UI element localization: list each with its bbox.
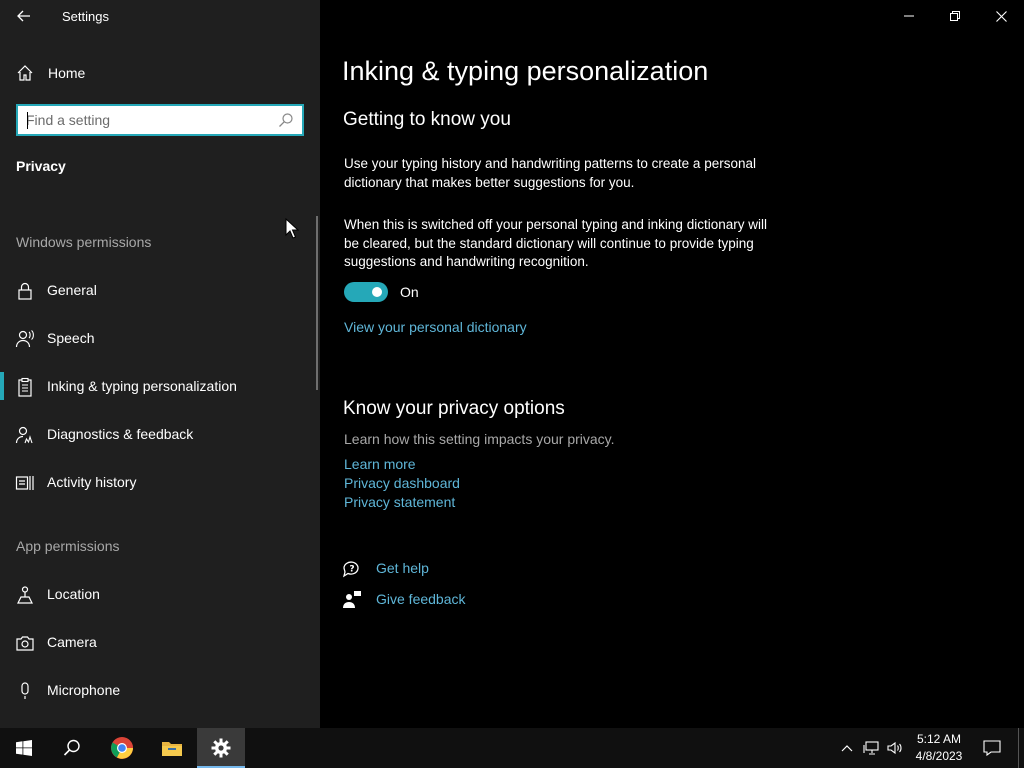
help-chat-icon: ? bbox=[342, 561, 359, 578]
sidebar-item-label: Microphone bbox=[47, 682, 121, 698]
search-icon bbox=[63, 739, 80, 756]
diagnostics-icon bbox=[15, 426, 33, 444]
search-icon[interactable] bbox=[278, 112, 294, 128]
sidebar-item-label: Activity history bbox=[47, 474, 137, 490]
sidebar-item-label: Speech bbox=[47, 330, 95, 346]
title-bar: Settings bbox=[0, 0, 320, 32]
section-heading-privacy-options: Know your privacy options bbox=[343, 398, 565, 419]
close-button[interactable] bbox=[978, 0, 1024, 32]
sidebar-item-microphone[interactable]: Microphone bbox=[0, 670, 316, 710]
give-feedback-row[interactable]: Give feedback bbox=[342, 589, 542, 611]
sidebar-item-diagnostics[interactable]: Diagnostics & feedback bbox=[0, 414, 316, 454]
sidebar-item-label: Camera bbox=[47, 634, 97, 650]
learn-more-link[interactable]: Learn more bbox=[344, 456, 416, 472]
close-icon bbox=[995, 10, 1007, 22]
app-title: Settings bbox=[62, 9, 109, 24]
back-arrow-icon bbox=[17, 10, 30, 22]
sidebar-item-label: Inking & typing personalization bbox=[47, 378, 237, 394]
privacy-statement-link[interactable]: Privacy statement bbox=[344, 494, 455, 510]
sidebar-item-general[interactable]: General bbox=[0, 270, 316, 310]
speech-icon bbox=[15, 330, 34, 348]
minimize-button[interactable] bbox=[886, 0, 932, 32]
chrome-icon bbox=[111, 737, 134, 759]
taskbar-clock[interactable]: 5:12 AM 4/8/2023 bbox=[904, 731, 974, 765]
text-caret bbox=[27, 112, 28, 129]
svg-text:?: ? bbox=[349, 565, 354, 575]
lock-icon bbox=[18, 282, 32, 300]
main-content: Inking & typing personalization Getting … bbox=[320, 0, 1024, 728]
network-tray-button[interactable] bbox=[860, 728, 882, 768]
home-nav-item[interactable]: Home bbox=[0, 56, 320, 90]
section-heading-getting-to-know-you: Getting to know you bbox=[343, 109, 511, 130]
page-title: Inking & typing personalization bbox=[342, 56, 709, 86]
folder-icon bbox=[162, 742, 182, 756]
sidebar-item-location[interactable]: Location bbox=[0, 574, 316, 614]
toggle-knob bbox=[372, 287, 382, 297]
show-desktop-button[interactable] bbox=[1018, 728, 1024, 768]
section-title-privacy: Privacy bbox=[16, 158, 66, 174]
sidebar: Settings Home Privacy Windows permission… bbox=[0, 0, 320, 728]
clock-date: 4/8/2023 bbox=[915, 749, 963, 763]
home-icon bbox=[17, 65, 33, 81]
camera-icon bbox=[16, 636, 34, 651]
taskbar: 5:12 AM 4/8/2023 bbox=[0, 728, 1024, 768]
window-controls bbox=[886, 0, 1024, 32]
show-hidden-icons-button[interactable] bbox=[836, 728, 858, 768]
clipboard-icon bbox=[18, 377, 32, 397]
sidebar-item-label: Diagnostics & feedback bbox=[47, 426, 194, 442]
home-label: Home bbox=[48, 65, 86, 81]
view-personal-dictionary-link[interactable]: View your personal dictionary bbox=[344, 319, 527, 335]
privacy-dashboard-link[interactable]: Privacy dashboard bbox=[344, 475, 460, 491]
microphone-icon bbox=[21, 682, 29, 699]
windows-permissions-header: Windows permissions bbox=[16, 234, 152, 250]
get-help-link[interactable]: Get help bbox=[376, 560, 429, 576]
speaker-icon bbox=[887, 741, 902, 755]
file-explorer-taskbar-button[interactable] bbox=[148, 728, 196, 768]
clock-time: 5:12 AM bbox=[916, 732, 962, 746]
network-icon bbox=[863, 741, 879, 755]
sidebar-item-label: Location bbox=[47, 586, 100, 602]
search-taskbar-button[interactable] bbox=[48, 728, 96, 768]
windows-logo-icon bbox=[16, 740, 32, 756]
privacy-subtitle: Learn how this setting impacts your priv… bbox=[344, 431, 615, 447]
restore-button[interactable] bbox=[932, 0, 978, 32]
sidebar-item-inking-typing[interactable]: Inking & typing personalization bbox=[0, 366, 316, 406]
start-button[interactable] bbox=[0, 728, 48, 768]
sidebar-item-label: General bbox=[47, 282, 97, 298]
app-permissions-header: App permissions bbox=[16, 538, 120, 554]
chevron-up-icon bbox=[841, 745, 853, 752]
gear-icon bbox=[211, 738, 231, 758]
description-text: Use your typing history and handwriting … bbox=[344, 156, 756, 190]
feedback-icon bbox=[343, 591, 361, 608]
notification-icon bbox=[983, 740, 1001, 756]
chrome-taskbar-button[interactable] bbox=[98, 728, 146, 768]
timeline-icon bbox=[15, 476, 34, 490]
personal-dictionary-toggle[interactable] bbox=[344, 282, 388, 302]
sidebar-item-camera[interactable]: Camera bbox=[0, 622, 316, 662]
back-button[interactable] bbox=[10, 4, 38, 28]
give-feedback-link[interactable]: Give feedback bbox=[376, 591, 466, 607]
search-box[interactable] bbox=[16, 104, 304, 136]
sidebar-item-activity-history[interactable]: Activity history bbox=[0, 462, 316, 502]
settings-taskbar-button[interactable] bbox=[197, 728, 245, 768]
mouse-cursor-icon bbox=[285, 218, 299, 239]
search-input[interactable] bbox=[26, 111, 276, 129]
get-help-row[interactable]: ? Get help bbox=[342, 558, 542, 580]
minimize-icon bbox=[904, 15, 914, 17]
sidebar-item-speech[interactable]: Speech bbox=[0, 318, 316, 358]
restore-icon bbox=[950, 11, 960, 21]
sidebar-scrollbar[interactable] bbox=[316, 216, 318, 390]
description-text: When this is switched off your personal … bbox=[344, 217, 767, 269]
volume-tray-button[interactable] bbox=[884, 728, 906, 768]
location-icon bbox=[17, 586, 33, 604]
action-center-button[interactable] bbox=[978, 728, 1006, 768]
toggle-state-label: On bbox=[400, 284, 419, 300]
